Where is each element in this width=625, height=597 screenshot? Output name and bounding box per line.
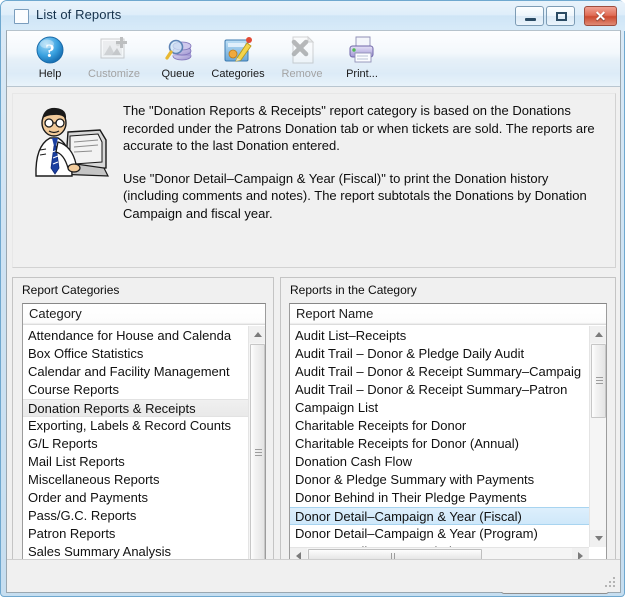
- toolbar-button-help[interactable]: ? Help: [19, 34, 81, 84]
- description-paragraph-2: Use "Donor Detail–Campaign & Year (Fisca…: [123, 170, 587, 221]
- scroll-grip-icon: [596, 377, 603, 385]
- close-icon: ✕: [594, 8, 607, 24]
- reports-in-category-title: Reports in the Category: [290, 283, 417, 297]
- help-question-icon: ?: [34, 34, 66, 66]
- list-item[interactable]: Donor Detail–Campaign & Year (Program): [290, 525, 606, 543]
- report-categories-list[interactable]: Category Attendance for House and Calend…: [22, 303, 266, 580]
- toolbar-label-help: Help: [38, 68, 62, 80]
- list-item[interactable]: Charitable Receipts for Donor (Annual): [290, 435, 606, 453]
- report-name-column-header: Report Name: [290, 304, 606, 325]
- report-categories-title: Report Categories: [22, 283, 120, 297]
- scroll-grip-icon: [255, 449, 262, 457]
- customize-image-icon: [98, 34, 130, 66]
- minimize-icon: [525, 18, 536, 21]
- chevron-down-icon: [595, 536, 603, 541]
- list-item[interactable]: Charitable Receipts for Donor: [290, 417, 606, 435]
- reports-in-category-group: Reports in the Category Report Name Audi…: [280, 277, 616, 594]
- list-item[interactable]: Audit List–Receipts: [290, 327, 606, 345]
- man-at-computer-icon: [22, 106, 110, 178]
- close-button[interactable]: ✕: [584, 6, 617, 26]
- chevron-up-icon: [595, 332, 603, 337]
- list-item[interactable]: Calendar and Facility Management: [23, 363, 265, 381]
- status-bar: [7, 559, 620, 592]
- window-title: List of Reports: [36, 7, 122, 22]
- toolbar-button-remove[interactable]: Remove: [271, 34, 333, 84]
- list-item[interactable]: Miscellaneous Reports: [23, 471, 265, 489]
- scroll-thumb-categories[interactable]: [250, 344, 265, 562]
- list-item[interactable]: Pass/G.C. Reports: [23, 507, 265, 525]
- toolbar-label-queue: Queue: [161, 68, 195, 80]
- chevron-up-icon: [254, 332, 262, 337]
- minimize-button[interactable]: [515, 6, 544, 26]
- description-text: The "Donation Reports & Receipts" report…: [123, 102, 605, 222]
- svg-text:?: ?: [45, 41, 55, 62]
- scroll-up-arrow-categories[interactable]: [249, 326, 265, 343]
- scroll-down-arrow-reports[interactable]: [590, 530, 606, 547]
- toolbar-label-remove: Remove: [281, 68, 323, 80]
- toolbar-button-categories[interactable]: Categories: [207, 34, 269, 84]
- list-item[interactable]: Mail List Reports: [23, 453, 265, 471]
- list-item[interactable]: G/L Reports: [23, 435, 265, 453]
- list-item[interactable]: Audit Trail – Donor & Receipt Summary–Ca…: [290, 363, 606, 381]
- maximize-icon: [556, 12, 567, 21]
- report-categories-list-body[interactable]: Attendance for House and Calenda Box Offi…: [23, 326, 265, 579]
- reports-vscrollbar[interactable]: [589, 326, 606, 547]
- list-item[interactable]: Donation Reports & Receipts: [23, 399, 265, 417]
- report-categories-vscrollbar[interactable]: [248, 326, 265, 579]
- toolbar: ? Help Customize Queue Categories Remove…: [7, 31, 620, 87]
- list-item[interactable]: Order and Payments: [23, 489, 265, 507]
- list-item[interactable]: Attendance for House and Calenda: [23, 327, 265, 345]
- toolbar-label-customize: Customize: [88, 68, 140, 80]
- queue-magnifier-icon: [162, 34, 194, 66]
- scroll-up-arrow-reports[interactable]: [590, 326, 606, 343]
- printer-icon: [346, 34, 378, 66]
- description-paragraph-1: The "Donation Reports & Receipts" report…: [123, 103, 595, 153]
- toolbar-button-print[interactable]: Print...: [331, 34, 393, 84]
- report-categories-group: Report Categories Category Attendance fo…: [12, 277, 274, 588]
- list-item[interactable]: Donor Detail–Campaign & Year (Fiscal): [290, 507, 606, 525]
- list-item[interactable]: Box Office Statistics: [23, 345, 265, 363]
- toolbar-label-categories: Categories: [211, 68, 265, 80]
- maximize-button[interactable]: [546, 6, 575, 26]
- list-item[interactable]: Audit Trail – Donor & Pledge Daily Audit: [290, 345, 606, 363]
- title-bar: List of Reports ✕: [1, 1, 625, 31]
- resize-grip-icon[interactable]: [604, 577, 617, 590]
- toolbar-label-print: Print...: [346, 68, 378, 80]
- category-column-header: Category: [23, 304, 265, 325]
- reports-list[interactable]: Report Name Audit List–Receipts Audit Tra…: [289, 303, 607, 565]
- application-window: List of Reports ✕ ? Help Customize Queue…: [0, 0, 625, 597]
- reports-rows: Audit List–Receipts Audit Trail – Donor &…: [290, 327, 606, 564]
- remove-x-page-icon: [286, 34, 318, 66]
- scroll-thumb-reports[interactable]: [591, 344, 606, 418]
- list-item[interactable]: Course Reports: [23, 381, 265, 399]
- list-item[interactable]: Donor Behind in Their Pledge Payments: [290, 489, 606, 507]
- list-item[interactable]: Campaign List: [290, 399, 606, 417]
- client-area: ? Help Customize Queue Categories Remove…: [6, 30, 621, 594]
- toolbar-button-queue[interactable]: Queue: [147, 34, 209, 84]
- list-item[interactable]: Donor & Pledge Summary with Payments: [290, 471, 606, 489]
- report-categories-rows: Attendance for House and Calenda Box Offi…: [23, 327, 265, 579]
- categories-folder-icon: [222, 34, 254, 66]
- description-panel: The "Donation Reports & Receipts" report…: [12, 93, 616, 268]
- list-item[interactable]: Audit Trail – Donor & Receipt Summary–Pa…: [290, 381, 606, 399]
- document-icon: [14, 9, 29, 24]
- list-item[interactable]: Exporting, Labels & Record Counts: [23, 417, 265, 435]
- list-item[interactable]: Donation Cash Flow: [290, 453, 606, 471]
- reports-list-body[interactable]: Audit List–Receipts Audit Trail – Donor &…: [290, 326, 606, 564]
- toolbar-button-customize[interactable]: Customize: [83, 34, 145, 84]
- list-item[interactable]: Patron Reports: [23, 525, 265, 543]
